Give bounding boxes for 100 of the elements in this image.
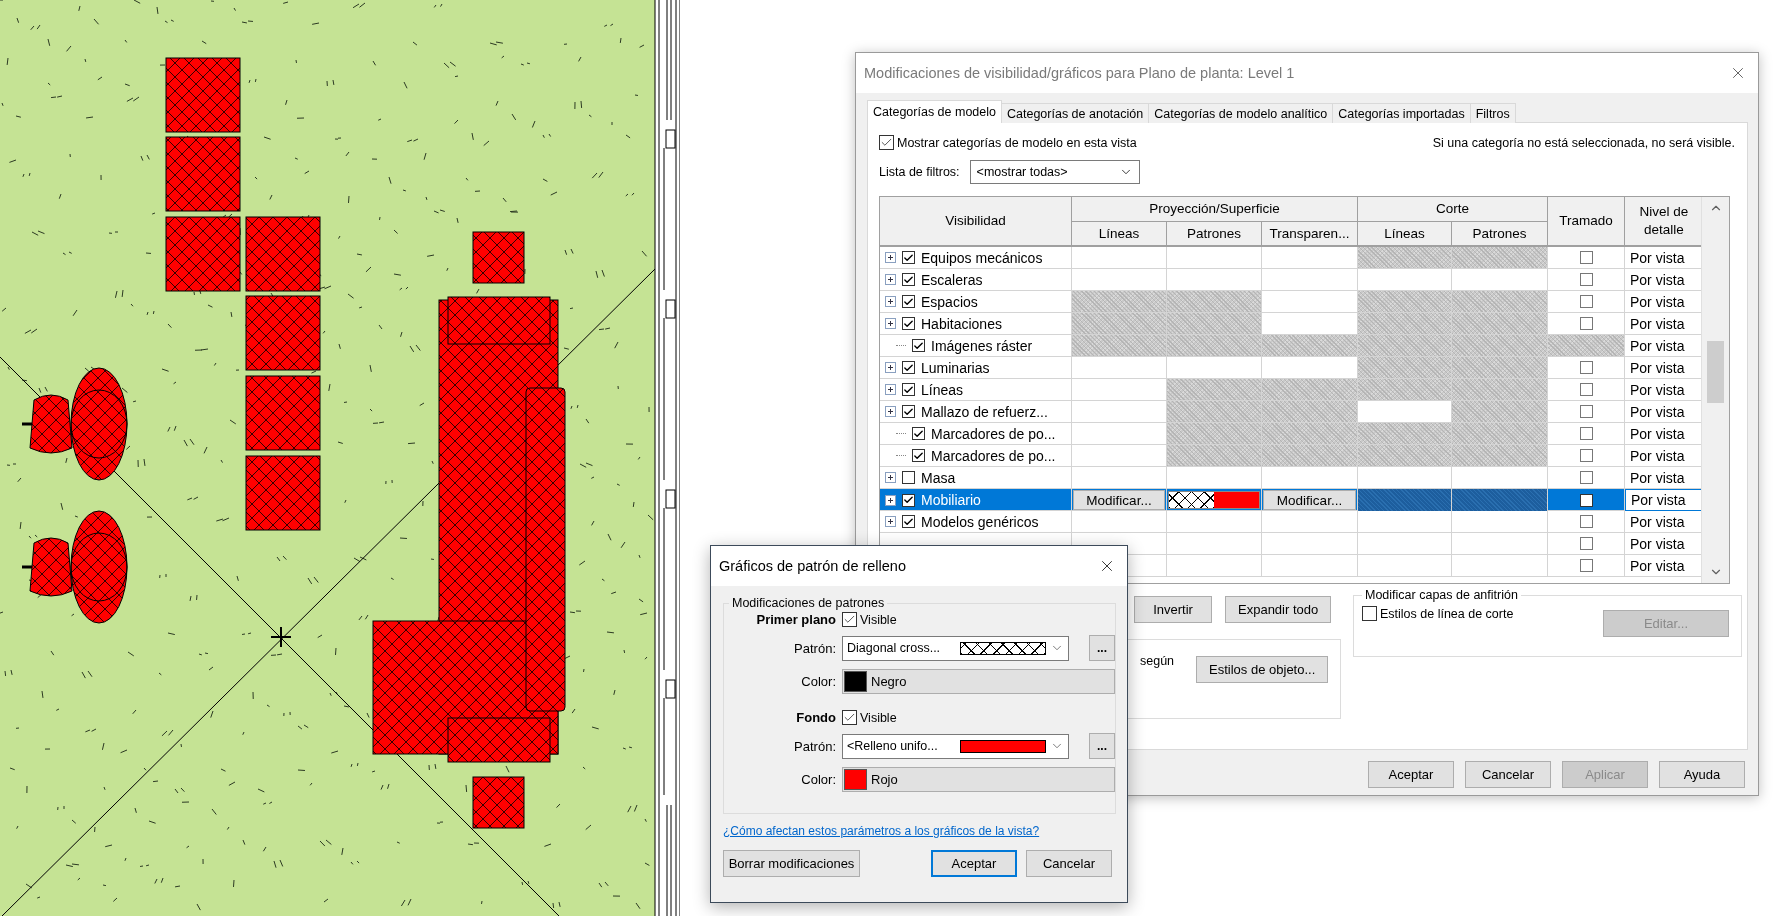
table-row[interactable]: Luminarias Por vista [880, 357, 1702, 379]
dialog-button[interactable]: Ayuda [1659, 761, 1745, 788]
checkbox[interactable] [1579, 471, 1593, 484]
checkbox[interactable] [1579, 449, 1593, 462]
dialog-button[interactable]: Borrar modificaciones [723, 850, 860, 877]
checkbox[interactable] [1579, 537, 1593, 550]
table-row[interactable]: Habitaciones Por vista [880, 313, 1702, 335]
checkbox[interactable] [912, 339, 925, 352]
tab[interactable]: Categorías importadas [1332, 103, 1471, 123]
expand-icon[interactable] [885, 494, 896, 506]
expand-icon[interactable] [885, 516, 896, 527]
checkbox[interactable] [912, 427, 925, 440]
browse-button[interactable]: ... [1089, 635, 1115, 661]
pattern-dropdown[interactable]: <Relleno unifo... [842, 733, 1069, 759]
detail-level[interactable]: Por vista [1625, 467, 1702, 488]
detail-level[interactable]: Por vista [1625, 401, 1702, 422]
table-row[interactable]: Modelos genéricos Por vista [880, 511, 1702, 533]
help-link[interactable]: ¿Cómo afectan estos parámetros a los gráficos de la vista? [723, 824, 1115, 838]
filter-dropdown[interactable]: <mostrar todas> [969, 160, 1140, 184]
expand-icon[interactable] [885, 296, 896, 307]
checkbox[interactable] [902, 295, 915, 308]
detail-level[interactable]: Por vista [1625, 291, 1702, 312]
table-row[interactable]: Líneas Por vista [880, 379, 1702, 401]
checkbox[interactable] [1579, 405, 1593, 418]
override-button[interactable]: Modificar... [1263, 490, 1356, 510]
detail-level[interactable]: Por vista [1625, 335, 1702, 356]
checkbox[interactable] [1579, 295, 1593, 308]
checkbox[interactable] [1579, 273, 1593, 286]
expand-icon[interactable] [885, 406, 896, 417]
expand-icon[interactable] [885, 362, 896, 373]
checkbox[interactable] [1579, 515, 1593, 528]
checkbox[interactable] [1579, 383, 1593, 396]
table-row[interactable]: Masa Por vista [880, 467, 1702, 489]
table-row[interactable]: Escaleras Por vista [880, 269, 1702, 291]
table-row[interactable]: Marcadores de po... Por vista [880, 445, 1702, 467]
tab[interactable]: Filtros [1469, 103, 1516, 123]
tab[interactable]: Categorías de anotación [1001, 103, 1150, 123]
pattern-swatch[interactable] [1168, 491, 1260, 509]
detail-level[interactable]: Por vista [1625, 555, 1702, 576]
checkbox[interactable] [1362, 606, 1377, 621]
detail-level[interactable]: Por vista [1625, 247, 1702, 268]
category-name: Mobiliario [921, 492, 981, 508]
object-styles-button[interactable]: Estilos de objeto... [1196, 656, 1329, 683]
dialog-button[interactable]: Cancelar [1026, 850, 1112, 877]
checkbox[interactable] [1579, 317, 1593, 330]
expand-icon[interactable] [885, 384, 896, 395]
checkbox[interactable] [1579, 361, 1593, 374]
detail-level[interactable]: Por vista [1625, 489, 1702, 511]
scrollbar-thumb[interactable] [1707, 341, 1725, 403]
tab[interactable]: Categorías de modelo analítico [1148, 103, 1334, 123]
checkbox[interactable] [902, 493, 915, 507]
scrollbar[interactable] [1701, 197, 1729, 583]
checkbox[interactable] [902, 471, 915, 484]
detail-level[interactable]: Por vista [1625, 379, 1702, 400]
detail-level[interactable]: Por vista [1625, 357, 1702, 378]
checkbox[interactable] [1579, 559, 1593, 572]
checkbox[interactable] [902, 273, 915, 286]
checkbox[interactable] [1579, 427, 1593, 440]
expand-icon[interactable] [885, 252, 896, 263]
detail-level[interactable]: Por vista [1625, 313, 1702, 334]
dialog-button[interactable]: Aceptar [1368, 761, 1454, 788]
checkbox[interactable] [902, 383, 915, 396]
checkbox[interactable] [902, 515, 915, 528]
checkbox[interactable] [842, 612, 857, 627]
checkbox[interactable] [902, 251, 915, 264]
table-row[interactable]: Marcadores de po... Por vista [880, 423, 1702, 445]
detail-level[interactable]: Por vista [1625, 423, 1702, 444]
action-button[interactable]: Expandir todo [1225, 596, 1332, 623]
expand-icon[interactable] [885, 472, 896, 483]
detail-level[interactable]: Por vista [1625, 511, 1702, 532]
override-button[interactable]: Modificar... [1073, 490, 1165, 510]
table-row[interactable]: Equipos mecánicos Por vista [880, 247, 1702, 269]
checkbox[interactable] [902, 361, 915, 374]
checkbox[interactable] [842, 710, 857, 725]
detail-level[interactable]: Por vista [1625, 445, 1702, 466]
tab[interactable]: Categorías de modelo [867, 100, 1002, 123]
expand-icon[interactable] [885, 318, 896, 329]
checkbox[interactable] [1579, 493, 1593, 507]
color-button[interactable]: Rojo [842, 767, 1115, 792]
table-row[interactable]: Imágenes ráster Por vista [880, 335, 1702, 357]
table-row[interactable]: Mobiliario Modificar... Modificar... Por vista [880, 489, 1702, 511]
checkbox[interactable] [879, 135, 894, 150]
dialog-button[interactable]: Cancelar [1465, 761, 1551, 788]
dialog-button[interactable]: Aceptar [931, 850, 1017, 877]
checkbox[interactable] [912, 449, 925, 462]
pattern-dropdown[interactable]: Diagonal cross... [842, 635, 1069, 661]
detail-level[interactable]: Por vista [1625, 269, 1702, 290]
field-label: Color: [801, 772, 836, 787]
action-button[interactable]: Invertir [1134, 596, 1212, 623]
column-header: Transparen... [1262, 222, 1358, 246]
filter-label: Lista de filtros: [879, 165, 960, 179]
table-row[interactable]: Espacios Por vista [880, 291, 1702, 313]
browse-button[interactable]: ... [1089, 733, 1115, 759]
checkbox[interactable] [1579, 251, 1593, 264]
color-button[interactable]: Negro [842, 669, 1115, 694]
checkbox[interactable] [902, 405, 915, 418]
table-row[interactable]: Mallazo de refuerz... Por vista [880, 401, 1702, 423]
checkbox[interactable] [902, 317, 915, 330]
expand-icon[interactable] [885, 274, 896, 285]
detail-level[interactable]: Por vista [1625, 533, 1702, 554]
